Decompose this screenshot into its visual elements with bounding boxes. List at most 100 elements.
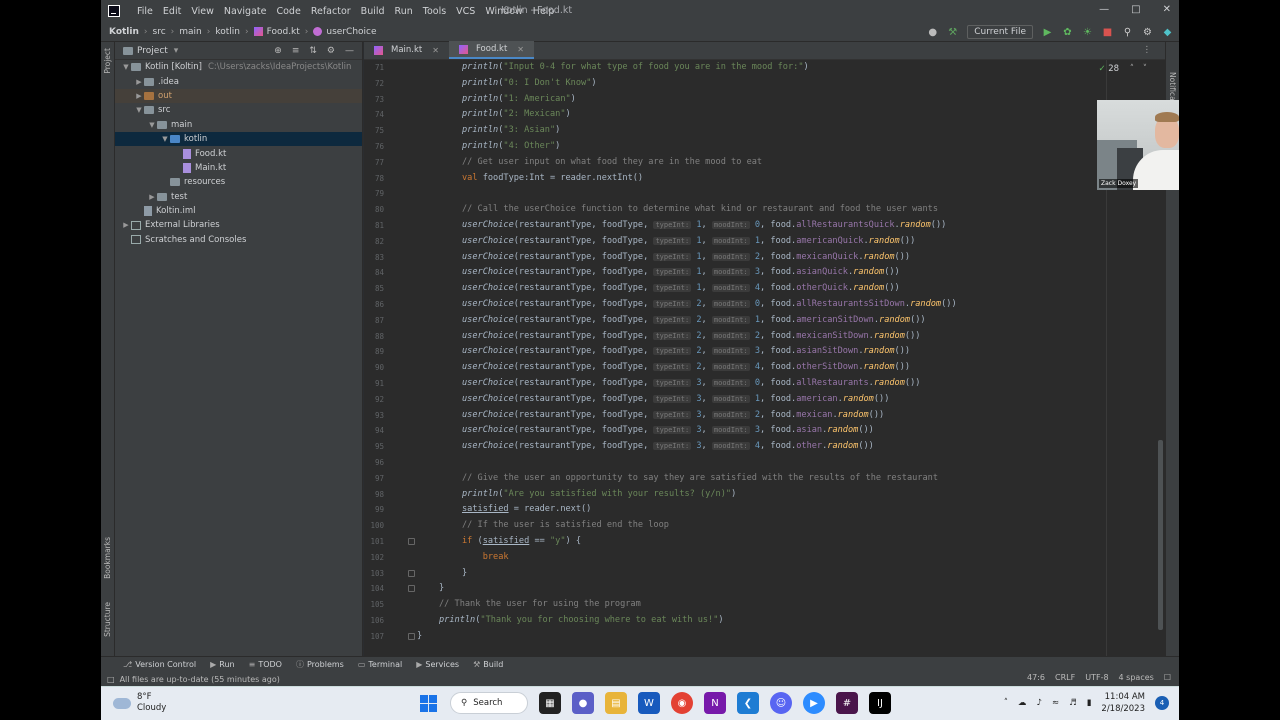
line-number[interactable]: 82 bbox=[364, 234, 384, 250]
code-line[interactable]: 105 // Thank the user for using the progr… bbox=[364, 597, 1165, 613]
line-number[interactable]: 105 bbox=[364, 597, 384, 613]
services-tool[interactable]: ▶ Services bbox=[416, 660, 459, 669]
project-tool-button[interactable]: Project bbox=[103, 48, 112, 74]
stop-icon[interactable]: ■ bbox=[1102, 27, 1113, 38]
expand-all-icon[interactable]: ⇅ bbox=[309, 46, 317, 56]
tree-item[interactable]: ▼ main bbox=[115, 118, 362, 132]
bookmarks-tool-button[interactable]: Bookmarks bbox=[103, 537, 112, 579]
chevron-down-icon[interactable]: ▼ bbox=[160, 135, 170, 143]
line-number[interactable]: 75 bbox=[364, 123, 384, 139]
line-number[interactable]: 93 bbox=[364, 408, 384, 424]
run-icon[interactable]: ▶ bbox=[1042, 27, 1053, 38]
chevron-down-icon[interactable]: ▼ bbox=[147, 121, 157, 129]
line-number[interactable]: 73 bbox=[364, 92, 384, 108]
battery-icon[interactable]: ▮ bbox=[1087, 698, 1092, 708]
line-number[interactable]: 87 bbox=[364, 313, 384, 329]
inspection-widget[interactable]: ✓ 28 ˄ ˅ bbox=[1098, 64, 1147, 74]
line-number[interactable]: 81 bbox=[364, 218, 384, 234]
breadcrumb-file[interactable]: Food.kt bbox=[267, 27, 300, 37]
chevron-right-icon[interactable]: ▶ bbox=[134, 92, 144, 100]
menu-view[interactable]: View bbox=[186, 6, 219, 17]
tree-item[interactable]: ▶ out bbox=[115, 88, 362, 104]
line-number[interactable]: 90 bbox=[364, 360, 384, 376]
line-separator[interactable]: CRLF bbox=[1055, 673, 1075, 682]
code-editor[interactable]: 71 println("Input 0-4 for what type of fo… bbox=[364, 60, 1165, 656]
code-line[interactable]: 103} bbox=[364, 566, 1165, 582]
onenote-icon[interactable]: N bbox=[704, 692, 726, 714]
code-line[interactable]: 102 break bbox=[364, 550, 1165, 566]
line-number[interactable]: 103 bbox=[364, 566, 384, 582]
line-number[interactable]: 79 bbox=[364, 186, 384, 202]
line-number[interactable]: 98 bbox=[364, 487, 384, 503]
chevron-up-icon[interactable]: ˄ bbox=[1004, 698, 1008, 708]
tree-item[interactable]: Scratches and Consoles bbox=[115, 233, 362, 247]
hide-icon[interactable]: — bbox=[345, 46, 354, 56]
code-line[interactable]: 91 userChoice(restaurantType, foodType, t… bbox=[364, 376, 1165, 392]
chevron-right-icon[interactable]: ▶ bbox=[121, 221, 131, 229]
line-number[interactable]: 85 bbox=[364, 281, 384, 297]
indent-setting[interactable]: 4 spaces bbox=[1119, 673, 1154, 682]
breadcrumb-function[interactable]: userChoice bbox=[326, 27, 376, 37]
close-tab-icon[interactable]: ✕ bbox=[517, 45, 524, 54]
line-number[interactable]: 97 bbox=[364, 471, 384, 487]
menu-tools[interactable]: Tools bbox=[418, 6, 451, 17]
line-number[interactable]: 107 bbox=[364, 629, 384, 645]
code-line[interactable]: 90 userChoice(restaurantType, foodType, t… bbox=[364, 360, 1165, 376]
line-number[interactable]: 100 bbox=[364, 518, 384, 534]
tree-item[interactable]: ▼ kotlin bbox=[115, 131, 362, 147]
code-line[interactable]: 73 println("1: American") bbox=[364, 92, 1165, 108]
menu-vcs[interactable]: VCS bbox=[451, 6, 480, 17]
line-number[interactable]: 101 bbox=[364, 534, 384, 550]
close-tab-icon[interactable]: ✕ bbox=[432, 46, 439, 55]
slack-icon[interactable]: # bbox=[836, 692, 858, 714]
clock[interactable]: 11:04 AM 2/18/2023 bbox=[1101, 691, 1145, 715]
menu-refactor[interactable]: Refactor bbox=[306, 6, 356, 17]
fold-marker-icon[interactable] bbox=[408, 632, 415, 640]
search-icon[interactable]: ⚲ bbox=[1122, 27, 1133, 38]
close-icon[interactable]: ✕ bbox=[1163, 4, 1171, 15]
user-icon[interactable]: ● bbox=[927, 27, 938, 38]
code-line[interactable]: 80 // Call the userChoice function to det… bbox=[364, 202, 1165, 218]
project-view-select[interactable]: Project bbox=[137, 46, 168, 56]
locate-icon[interactable]: ⊕ bbox=[274, 46, 282, 56]
code-line[interactable]: 98 println("Are you satisfied with your r… bbox=[364, 487, 1165, 503]
line-number[interactable]: 77 bbox=[364, 155, 384, 171]
chrome-icon[interactable]: ◉ bbox=[671, 692, 693, 714]
line-number[interactable]: 86 bbox=[364, 297, 384, 313]
fold-marker-icon[interactable] bbox=[408, 569, 415, 577]
line-number[interactable]: 96 bbox=[364, 455, 384, 471]
menu-build[interactable]: Build bbox=[356, 6, 390, 17]
taskbar-search[interactable]: ⚲ Search bbox=[450, 692, 528, 714]
build-tool[interactable]: ⚒ Build bbox=[473, 660, 503, 669]
tab-food-kt[interactable]: Food.kt ✕ bbox=[448, 41, 534, 59]
line-number[interactable]: 83 bbox=[364, 250, 384, 266]
line-number[interactable]: 80 bbox=[364, 202, 384, 218]
microphone-icon[interactable]: ♪ bbox=[1037, 698, 1042, 708]
chevron-down-icon[interactable]: ˅ bbox=[1143, 64, 1147, 74]
chevron-right-icon[interactable]: ▶ bbox=[147, 193, 157, 201]
task-view-icon[interactable]: ▦ bbox=[539, 692, 561, 714]
plugin-icon[interactable]: ◆ bbox=[1162, 27, 1173, 38]
maximize-icon[interactable]: □ bbox=[1131, 4, 1140, 15]
menu-code[interactable]: Code bbox=[271, 6, 305, 17]
code-line[interactable]: 84 userChoice(restaurantType, foodType, t… bbox=[364, 265, 1165, 281]
caret-position[interactable]: 47:6 bbox=[1027, 673, 1045, 682]
teams-icon[interactable]: ● bbox=[572, 692, 594, 714]
code-line[interactable]: 85 userChoice(restaurantType, foodType, t… bbox=[364, 281, 1165, 297]
start-button[interactable] bbox=[417, 692, 439, 714]
line-number[interactable]: 94 bbox=[364, 423, 384, 439]
breadcrumb-main[interactable]: main bbox=[179, 27, 202, 37]
discord-icon[interactable]: ☺ bbox=[770, 692, 792, 714]
menu-file[interactable]: File bbox=[132, 6, 158, 17]
structure-tool-button[interactable]: Structure bbox=[103, 602, 112, 637]
editor-scrollbar[interactable] bbox=[1158, 440, 1163, 630]
code-line[interactable]: 78 val foodType:Int = reader.nextInt() bbox=[364, 171, 1165, 187]
chevron-down-icon[interactable]: ▼ bbox=[134, 106, 144, 114]
wifi-icon[interactable]: ≈ bbox=[1052, 698, 1059, 708]
file-explorer-icon[interactable]: ▤ bbox=[605, 692, 627, 714]
code-line[interactable]: 104} bbox=[364, 581, 1165, 597]
tree-item[interactable]: Koltin.iml bbox=[115, 204, 362, 218]
tree-item[interactable]: ▶ External Libraries bbox=[115, 218, 362, 232]
fold-marker-icon[interactable] bbox=[408, 585, 415, 593]
code-line[interactable]: 76 println("4: Other") bbox=[364, 139, 1165, 155]
